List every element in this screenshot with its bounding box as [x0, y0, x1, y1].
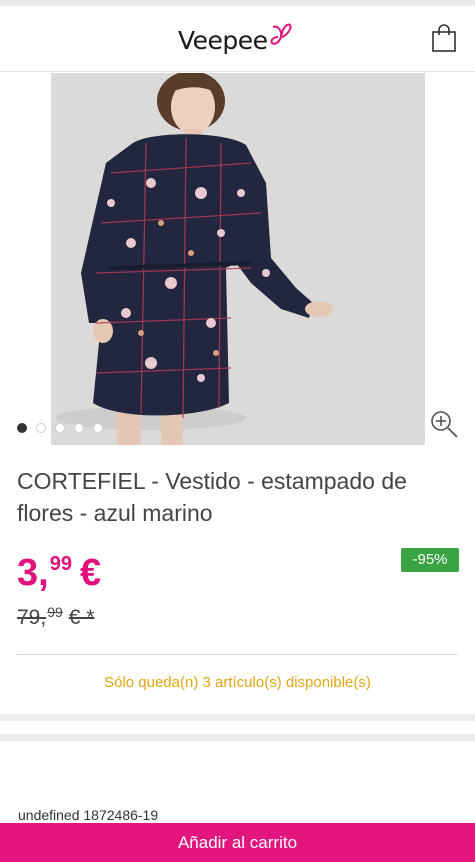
- current-price: 3, 99 €: [17, 551, 101, 595]
- stock-message: Sólo queda(n) 3 artículo(s) disponible(s…: [104, 674, 371, 691]
- old-price-integer: 79,: [17, 606, 47, 629]
- old-price-currency: € *: [68, 606, 95, 629]
- logo-text: Veepee: [178, 25, 268, 55]
- gallery-dot-4[interactable]: [74, 423, 84, 433]
- gallery-dot-1[interactable]: [17, 423, 27, 433]
- zoom-in-icon[interactable]: [429, 409, 459, 439]
- price-cents: 99: [49, 553, 72, 575]
- butterfly-icon: [270, 23, 292, 45]
- gallery-dot-3[interactable]: [55, 423, 65, 433]
- gallery-dot-5[interactable]: [93, 423, 103, 433]
- price-integer: 3,: [17, 552, 49, 594]
- product-photo: [51, 73, 425, 445]
- shopping-bag-icon[interactable]: [428, 22, 460, 54]
- old-price: 79, 99 € *: [17, 604, 95, 630]
- app-header: Veepee: [0, 6, 475, 72]
- gallery-dots: [17, 423, 103, 433]
- veepee-logo[interactable]: Veepee: [178, 20, 292, 60]
- product-title: CORTEFIEL - Vestido - estampado de flore…: [17, 468, 407, 526]
- add-to-cart-button[interactable]: Añadir al carrito: [0, 823, 475, 862]
- gallery-dot-2[interactable]: [36, 423, 46, 433]
- model-wearing-dress-image: [51, 73, 425, 445]
- divider: [17, 654, 458, 655]
- old-price-cents: 99: [47, 604, 63, 620]
- section-separator: [0, 734, 475, 741]
- product-reference: undefined 1872486-19: [18, 807, 159, 823]
- product-gallery[interactable]: [0, 73, 475, 445]
- price-currency: €: [79, 552, 102, 594]
- discount-badge: -95%: [401, 548, 459, 572]
- section-separator: [0, 714, 475, 721]
